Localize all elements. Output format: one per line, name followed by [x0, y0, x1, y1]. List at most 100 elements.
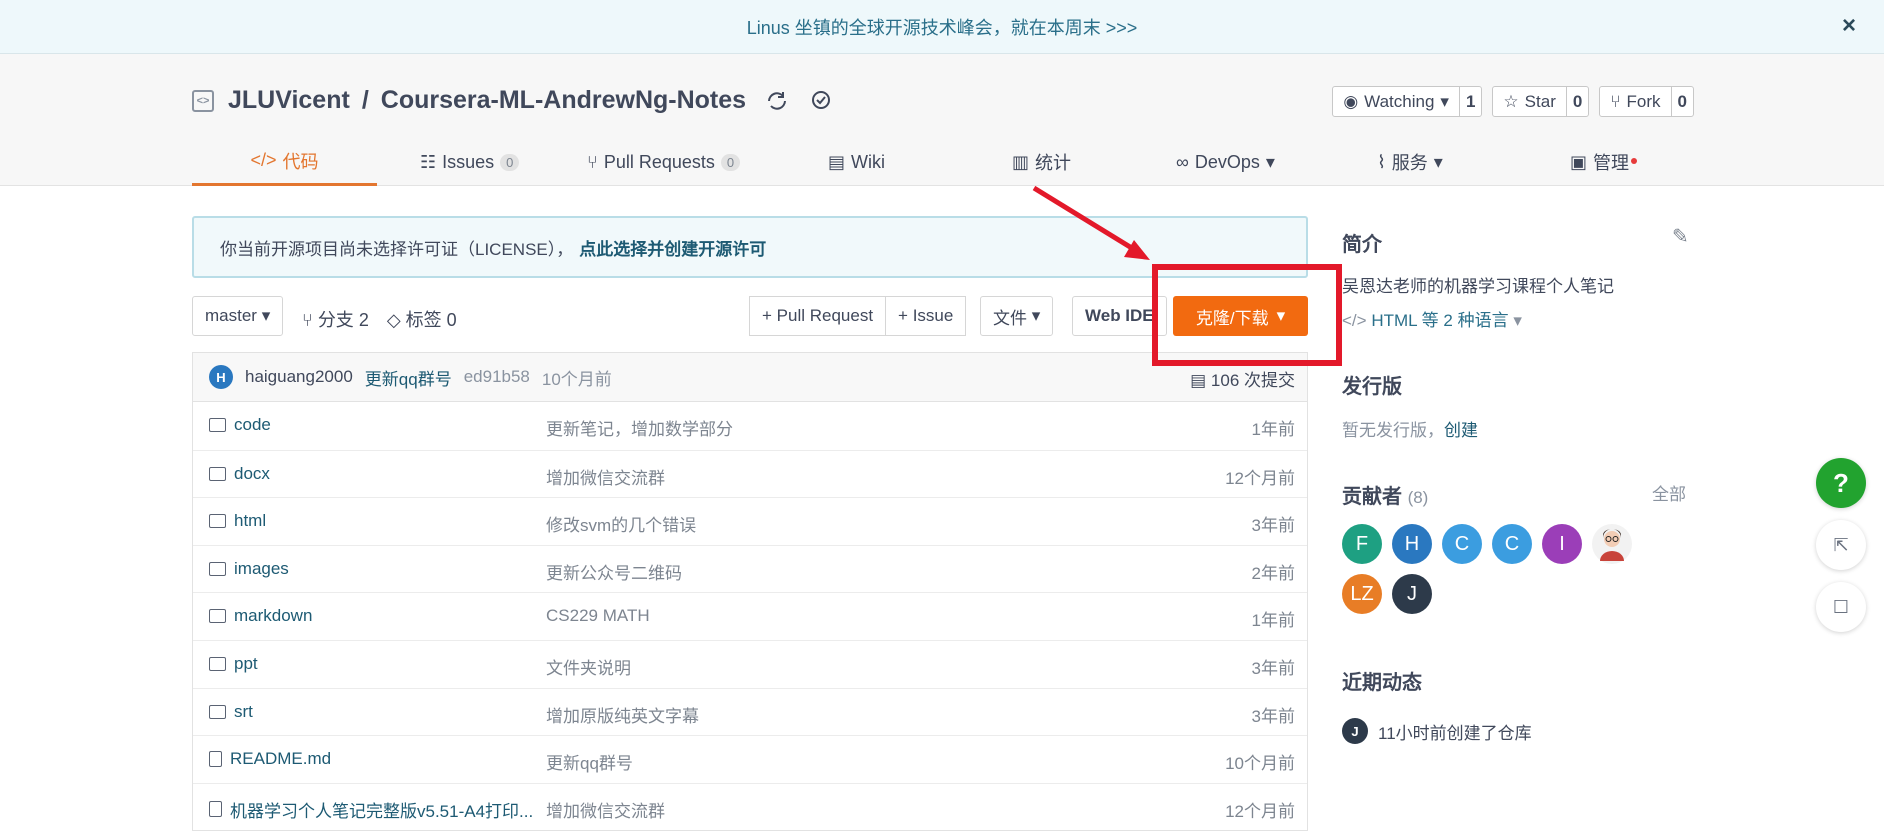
- tab-devops[interactable]: ∞ DevOps ▾: [1176, 138, 1275, 186]
- help-icon[interactable]: ?: [1816, 458, 1866, 508]
- issues-count-badge: 0: [500, 153, 520, 171]
- table-row[interactable]: html 修改svm的几个错误 3年前: [193, 497, 1307, 545]
- table-row[interactable]: markdown CS229 MATH 1年前: [193, 592, 1307, 640]
- avatar[interactable]: LZ: [1342, 574, 1382, 614]
- commit-author[interactable]: haiguang2000: [245, 367, 353, 387]
- new-issue-button[interactable]: + Issue: [886, 296, 967, 336]
- avatar[interactable]: I: [1542, 524, 1582, 564]
- file-name: srt: [234, 701, 253, 721]
- language-link[interactable]: </> HTML 等 2 种语言 ▾: [1342, 306, 1522, 331]
- tag-icon: ◇: [386, 310, 406, 330]
- repo-toolbar: master ▾ ⑂ 分支 2 ◇ 标签 0 + Pull Request + …: [192, 296, 1308, 338]
- file-commit-message[interactable]: 修改svm的几个错误: [546, 511, 696, 536]
- notification-dot: [1631, 158, 1638, 164]
- annotation-highlight-box: [1152, 264, 1342, 366]
- file-name-cell[interactable]: html: [209, 511, 266, 531]
- table-row[interactable]: srt 增加原版纯英文字幕 3年前: [193, 687, 1307, 736]
- avatar[interactable]: C: [1492, 524, 1532, 564]
- file-name-cell[interactable]: README.md: [209, 749, 331, 769]
- watch-count[interactable]: 1: [1460, 87, 1481, 116]
- file-commit-message[interactable]: 增加原版纯英文字幕: [546, 702, 699, 727]
- commit-count-link[interactable]: ▤ 106 次提交: [1190, 366, 1295, 391]
- table-row[interactable]: docx 增加微信交流群 12个月前: [193, 449, 1307, 498]
- edit-icon[interactable]: ✎: [1672, 224, 1689, 249]
- tab-stats[interactable]: ▥ 统计: [1012, 138, 1071, 186]
- commit-count: 106 次提交: [1210, 371, 1295, 390]
- table-row[interactable]: images 更新公众号二维码 2年前: [193, 544, 1307, 593]
- file-commit-message[interactable]: CS229 MATH: [546, 606, 650, 626]
- fork-count[interactable]: 0: [1672, 87, 1693, 116]
- watch-button[interactable]: ◉ Watching ▾ 1: [1332, 86, 1483, 117]
- chevron-down-icon: ▾: [1027, 306, 1041, 325]
- file-commit-message[interactable]: 增加微信交流群: [546, 797, 665, 822]
- file-name-cell[interactable]: srt: [209, 702, 253, 722]
- avatar[interactable]: H: [1392, 524, 1432, 564]
- star-count[interactable]: 0: [1567, 87, 1588, 116]
- file-name-cell[interactable]: ppt: [209, 654, 258, 674]
- chat-icon[interactable]: ☐: [1816, 582, 1866, 632]
- recommend-badge-icon[interactable]: [808, 88, 834, 114]
- file-name: code: [234, 415, 271, 434]
- commit-hash[interactable]: ed91b58: [464, 367, 530, 387]
- license-notice: 你当前开源项目尚未选择许可证（LICENSE）， 点此选择并创建开源许可: [192, 216, 1308, 278]
- file-name: html: [234, 511, 267, 531]
- avatar[interactable]: H: [209, 365, 233, 389]
- contributors-all-link[interactable]: 全部: [1652, 480, 1686, 505]
- folder-icon: [209, 466, 226, 481]
- branch-select[interactable]: master ▾: [192, 296, 284, 336]
- table-row[interactable]: 机器学习个人笔记完整版v5.51-A4打印... 增加微信交流群 12个月前: [193, 782, 1307, 831]
- contributors-heading: 贡献者 (8): [1342, 480, 1428, 509]
- person-photo-icon: [1600, 529, 1624, 561]
- fork-label: ⑂ Fork: [1600, 87, 1672, 116]
- create-release-link[interactable]: 创建: [1444, 421, 1478, 440]
- file-commit-message[interactable]: 增加微信交流群: [546, 464, 665, 489]
- repo-name-link[interactable]: Coursera-ML-AndrewNg-Notes: [381, 86, 746, 115]
- infinity-icon: ∞: [1176, 151, 1189, 172]
- close-icon[interactable]: ×: [1842, 12, 1856, 40]
- tab-manage[interactable]: ▣ 管理: [1570, 138, 1638, 186]
- fork-button[interactable]: ⑂ Fork 0: [1599, 86, 1694, 117]
- commit-message[interactable]: 更新qq群号: [365, 365, 452, 390]
- license-text: 你当前开源项目尚未选择许可证（LICENSE），: [220, 239, 574, 259]
- avatar[interactable]: C: [1442, 524, 1482, 564]
- avatar[interactable]: J: [1342, 718, 1368, 744]
- tags-link[interactable]: ◇ 标签 0: [387, 306, 457, 332]
- file-name-cell[interactable]: markdown: [209, 606, 312, 626]
- file-name-cell[interactable]: code: [209, 415, 271, 435]
- tab-pull-requests[interactable]: ⑂ Pull Requests 0: [587, 138, 741, 186]
- new-pull-request-button[interactable]: + Pull Request: [749, 296, 887, 336]
- file-commit-message[interactable]: 文件夹说明: [546, 654, 631, 679]
- star-button[interactable]: ☆ Star 0: [1492, 86, 1590, 117]
- tab-code-label: 代码: [282, 151, 319, 172]
- tab-issues[interactable]: ☷ Issues 0: [420, 138, 520, 186]
- table-row[interactable]: README.md 更新qq群号 10个月前: [193, 735, 1307, 783]
- avatar[interactable]: F: [1342, 524, 1382, 564]
- table-row[interactable]: code 更新笔记，增加数学部分 1年前: [193, 402, 1307, 450]
- announcement-link[interactable]: Linus 坐镇的全球开源技术峰会，就在本周末 >>>: [747, 14, 1138, 40]
- commits-icon: ▤: [1190, 371, 1211, 390]
- repo-title: <> JLUVicent / Coursera-ML-AndrewNg-Note…: [192, 86, 834, 115]
- file-name-cell[interactable]: 机器学习个人笔记完整版v5.51-A4打印...: [209, 797, 533, 822]
- tab-services[interactable]: ⌇ 服务 ▾: [1377, 138, 1443, 186]
- chevron-down-icon: ▾: [256, 306, 271, 325]
- avatar[interactable]: [1592, 524, 1632, 564]
- file-name-cell[interactable]: docx: [209, 464, 270, 484]
- file-time: 12个月前: [1225, 468, 1295, 488]
- file-commit-message[interactable]: 更新qq群号: [546, 749, 633, 774]
- share-icon[interactable]: ⇱: [1816, 520, 1866, 570]
- file-name-cell[interactable]: images: [209, 559, 289, 579]
- code-icon: </>: [1342, 311, 1372, 330]
- file-menu-button[interactable]: 文件 ▾: [980, 296, 1054, 336]
- branches-link[interactable]: ⑂ 分支 2: [302, 306, 369, 332]
- file-commit-message[interactable]: 更新公众号二维码: [546, 559, 682, 584]
- tab-wiki[interactable]: ▤ Wiki: [828, 138, 885, 186]
- license-create-link[interactable]: 点此选择并创建开源许可: [579, 235, 766, 260]
- tab-code[interactable]: </> 代码: [192, 138, 377, 186]
- file-commit-message[interactable]: 更新笔记，增加数学部分: [546, 415, 733, 440]
- document-icon: [209, 751, 222, 768]
- repo-owner-link[interactable]: JLUVicent: [228, 86, 350, 115]
- table-row[interactable]: ppt 文件夹说明 3年前: [193, 639, 1307, 688]
- sync-icon[interactable]: [764, 88, 790, 114]
- branch-name: master: [205, 306, 257, 325]
- avatar[interactable]: J: [1392, 574, 1432, 614]
